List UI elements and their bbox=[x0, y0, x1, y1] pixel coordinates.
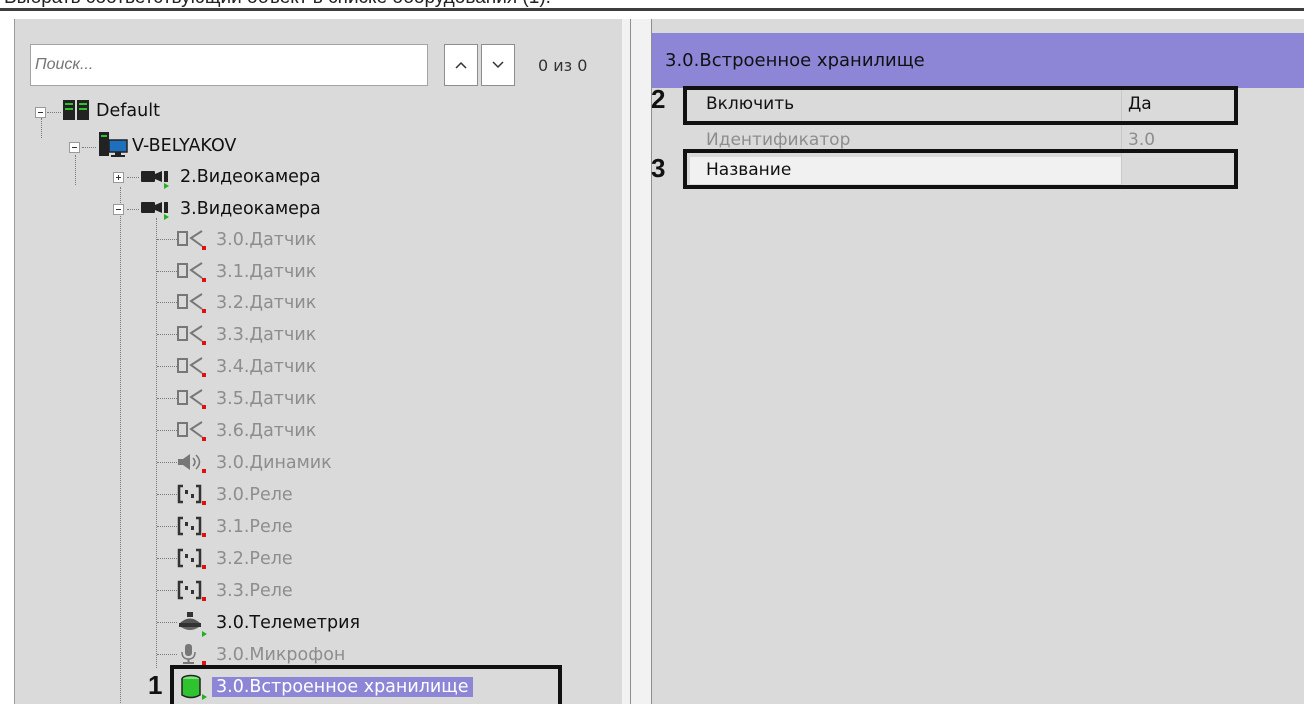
status-indicator bbox=[202, 631, 207, 637]
tree-connector bbox=[157, 430, 177, 431]
tree-node-sensor[interactable]: 3.6.Датчик bbox=[216, 421, 316, 441]
tree-connector bbox=[157, 398, 177, 399]
tree-node-sensor[interactable]: 3.1.Датчик bbox=[216, 262, 316, 282]
tree-node-sensor[interactable]: 3.5.Датчик bbox=[216, 389, 316, 409]
annotation-box-3 bbox=[683, 149, 1238, 189]
status-indicator bbox=[164, 183, 169, 189]
tree-connector bbox=[157, 302, 177, 303]
tree-connector bbox=[157, 366, 177, 367]
tree-connector bbox=[157, 271, 177, 272]
tree-connector bbox=[157, 654, 177, 655]
search-prev-button[interactable] bbox=[444, 44, 478, 86]
tree-connector bbox=[157, 622, 177, 623]
tree-connector bbox=[157, 590, 177, 591]
status-indicator bbox=[202, 341, 206, 345]
tree-node-default[interactable]: Default bbox=[96, 101, 160, 121]
tree-connector bbox=[157, 558, 177, 559]
status-indicator bbox=[202, 597, 206, 601]
search-next-button[interactable] bbox=[481, 44, 515, 86]
search-result-counter: 0 из 0 bbox=[538, 56, 588, 75]
tree-connector bbox=[75, 155, 76, 185]
tree-node-relay[interactable]: 3.3.Реле bbox=[216, 581, 293, 601]
tree-node-camera-3[interactable]: 3.Видеокамера bbox=[180, 199, 321, 219]
tree-node-relay[interactable]: 3.0.Реле bbox=[216, 485, 293, 505]
status-indicator bbox=[202, 565, 206, 569]
status-indicator bbox=[202, 405, 206, 409]
equipment-tree-panel bbox=[14, 19, 622, 704]
property-value-id: 3.0 bbox=[1128, 130, 1156, 150]
status-indicator bbox=[202, 373, 206, 377]
tree-collapse-toggle[interactable] bbox=[113, 204, 124, 215]
tree-node-microphone[interactable]: 3.0.Микрофон bbox=[216, 645, 345, 665]
tree-node-server[interactable]: V-BELYAKOV bbox=[132, 136, 236, 156]
tree-node-sensor[interactable]: 3.0.Датчик bbox=[216, 230, 316, 250]
tree-connector bbox=[127, 209, 139, 210]
server-icon bbox=[99, 132, 128, 157]
tree-connector bbox=[157, 462, 177, 463]
tree-node-speaker[interactable]: 3.0.Динамик bbox=[216, 453, 332, 473]
panel-gap bbox=[631, 19, 651, 704]
tree-node-sensor[interactable]: 3.4.Датчик bbox=[216, 357, 316, 377]
tree-connector bbox=[47, 112, 61, 113]
tree-connector bbox=[157, 494, 177, 495]
properties-title: 3.0.Встроенное хранилище bbox=[665, 50, 925, 71]
search-input[interactable] bbox=[30, 44, 428, 86]
annotation-number-1: 1 bbox=[148, 670, 163, 700]
tree-expand-toggle[interactable] bbox=[113, 172, 124, 183]
tree-node-relay[interactable]: 3.2.Реле bbox=[216, 549, 293, 569]
tree-collapse-toggle[interactable] bbox=[69, 142, 80, 153]
annotation-box-1 bbox=[170, 665, 562, 704]
annotation-number-3: 3 bbox=[651, 153, 666, 183]
status-indicator bbox=[202, 278, 206, 282]
tree-connector bbox=[157, 526, 177, 527]
tree-connector bbox=[156, 218, 157, 668]
server-group-icon bbox=[63, 100, 89, 120]
status-indicator bbox=[202, 309, 206, 313]
status-indicator bbox=[202, 437, 206, 441]
status-indicator bbox=[202, 501, 206, 505]
panel-splitter[interactable] bbox=[622, 19, 630, 704]
status-indicator bbox=[164, 214, 169, 220]
tree-collapse-toggle[interactable] bbox=[35, 107, 46, 118]
tree-node-sensor[interactable]: 3.3.Датчик bbox=[216, 325, 316, 345]
tree-connector bbox=[127, 177, 139, 178]
chevron-up-icon bbox=[455, 61, 467, 69]
tree-connector bbox=[157, 334, 177, 335]
tree-connector bbox=[41, 118, 42, 138]
status-indicator bbox=[202, 533, 206, 537]
annotation-box-2 bbox=[683, 86, 1238, 125]
annotation-number-2: 2 bbox=[651, 84, 666, 114]
tree-connector bbox=[82, 147, 96, 148]
chevron-down-icon bbox=[492, 61, 504, 69]
tree-connector bbox=[157, 239, 177, 240]
status-indicator bbox=[202, 246, 206, 250]
tree-node-relay[interactable]: 3.1.Реле bbox=[216, 517, 293, 537]
tree-node-sensor[interactable]: 3.2.Датчик bbox=[216, 293, 316, 313]
tree-node-camera-2[interactable]: 2.Видеокамера bbox=[180, 167, 321, 187]
property-name-id: Идентификатор bbox=[706, 130, 851, 150]
tree-connector bbox=[120, 187, 121, 704]
status-indicator bbox=[202, 469, 206, 473]
tree-node-telemetry[interactable]: 3.0.Телеметрия bbox=[216, 613, 360, 633]
